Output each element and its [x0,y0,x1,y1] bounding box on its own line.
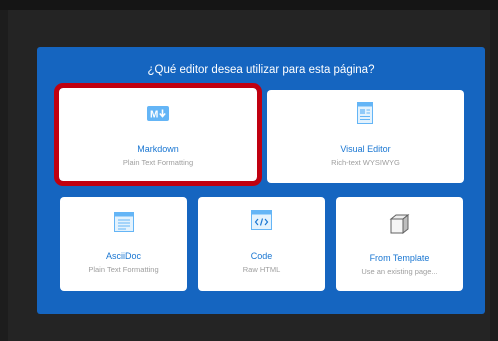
visual-editor-description: Rich-text WYSIWYG [331,158,400,167]
dialog-title: ¿Qué editor desea utilizar para esta pág… [147,64,375,76]
asciidoc-label: AsciiDoc [105,251,141,261]
cube-icon [388,213,410,235]
top-bar [0,0,498,10]
svg-text:M: M [150,110,158,121]
document-icon [357,102,373,124]
markdown-editor-card[interactable]: M Markdown Plain Text Formatting [54,83,262,186]
markdown-description: Plain Text Formatting [122,158,194,167]
list-document-icon [114,212,134,232]
code-description: Raw HTML [242,265,281,274]
visual-editor-label: Visual Editor [340,144,391,154]
editor-select-dialog: ¿Qué editor desea utilizar para esta pág… [37,47,485,314]
markdown-label: Markdown [137,144,179,154]
visual-editor-card[interactable]: Visual Editor Rich-text WYSIWYG [267,90,464,183]
code-label: Code [250,251,273,261]
from-template-label: From Template [369,253,430,263]
markdown-icon: M [147,106,169,121]
code-editor-card[interactable]: Code Raw HTML [198,197,325,291]
asciidoc-editor-card[interactable]: AsciiDoc Plain Text Formatting [60,197,187,291]
asciidoc-description: Plain Text Formatting [88,265,159,274]
from-template-card[interactable]: From Template Use an existing page... [336,197,463,291]
code-icon [251,210,272,230]
from-template-description: Use an existing page... [361,267,438,276]
